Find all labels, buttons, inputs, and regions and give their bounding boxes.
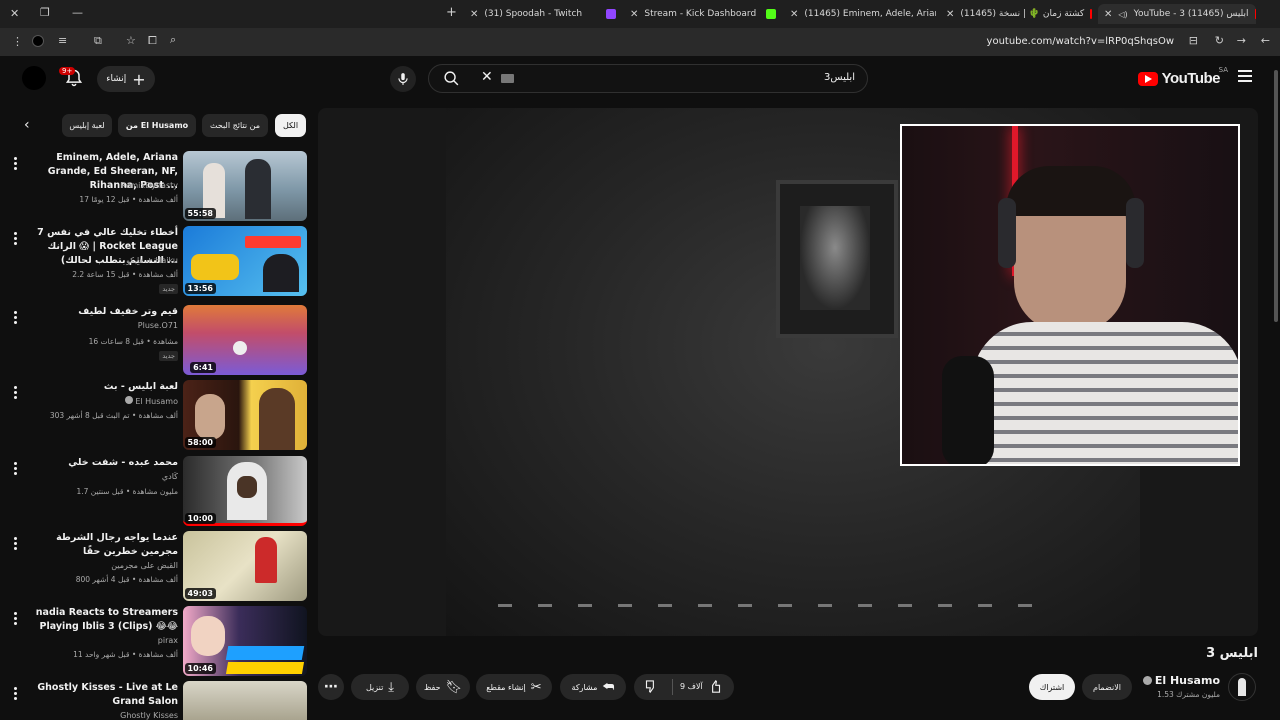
subscriber-count: 1.53 مليون مشترك (1157, 690, 1220, 699)
duration-badge: 6:41 (190, 362, 216, 373)
reload-icon[interactable]: ↻ (1215, 34, 1224, 47)
install-icon[interactable]: ⧠ (148, 34, 157, 48)
video-player[interactable] (318, 108, 1258, 636)
mute-icon[interactable]: ◁) (1118, 10, 1127, 19)
tab-youtube-active[interactable]: ✕ ◁) YouTube - 3 ابليس (11465) (1098, 4, 1256, 24)
list-item[interactable]: قيم وتر خفيف لطيف Pluse.O71 16 مشاهدة • … (0, 305, 310, 377)
list-item[interactable]: Eminem, Adele, Ariana Grande, Ed Sheeran… (0, 151, 310, 223)
list-item[interactable]: 7 أخطاء تخليك عالي في نفس الرانك 😱 | Roc… (0, 226, 310, 298)
channel-name[interactable]: El Husamo (1142, 674, 1220, 687)
browser-menu-icon[interactable]: ⋮ (12, 35, 23, 48)
share-button[interactable]: مشاركة ⮪ (560, 674, 626, 700)
duration-badge: 13:56 (184, 283, 216, 294)
floor-lights (498, 604, 1058, 607)
like-button[interactable]: 9 آلاف (680, 679, 722, 694)
like-icon (711, 680, 720, 693)
chip-iblis-game[interactable]: لعبة إبليس (62, 114, 112, 137)
chip-all[interactable]: الكل (275, 114, 306, 137)
tab-youtube-kashta[interactable]: ✕ (11465) كشتة زمان 🌵 | نسخة (942, 4, 1092, 24)
bookmark-icon: 🔖︎ (445, 679, 463, 695)
save-button[interactable]: حفظ 🔖︎ (416, 674, 470, 700)
extensions-icon[interactable]: ⧉ (94, 34, 102, 48)
verified-icon (1142, 676, 1152, 685)
profile-avatar[interactable] (32, 35, 44, 47)
more-actions-icon[interactable]: ⋯ (318, 674, 344, 700)
address-bar: ⋮ ≡ ⧉ ☆ ⧠ ⌕ youtube.com/watch?v=lRP0qShq… (0, 28, 1280, 56)
keyboard-icon[interactable] (501, 74, 514, 83)
duration-badge: 58:00 (184, 437, 216, 448)
url-field[interactable]: youtube.com/watch?v=lRP0qShqsOw (987, 36, 1174, 47)
subscribe-button[interactable]: اشتراك (1029, 674, 1075, 700)
hamburger-menu-icon[interactable] (1238, 70, 1252, 84)
facecam-overlay (900, 124, 1240, 466)
list-item[interactable]: Ghostly Kisses - Live at Le Grand Salon … (0, 681, 310, 720)
duration-badge: 49:03 (184, 588, 216, 599)
search-input[interactable]: ابليس3 (824, 72, 855, 83)
tab-close-icon[interactable]: ✕ (790, 9, 798, 20)
forward-icon[interactable]: → (1237, 34, 1246, 47)
youtube-favicon-icon (1254, 9, 1256, 19)
tab-close-icon[interactable]: ✕ (946, 9, 954, 20)
playlist-icon[interactable]: ≡ (58, 34, 67, 47)
like-dislike-group: 9 آلاف (634, 674, 734, 700)
youtube-favicon-icon (1090, 9, 1092, 19)
youtube-play-icon (1137, 71, 1158, 86)
back-icon[interactable]: ← (1261, 34, 1270, 47)
dislike-icon (645, 680, 654, 693)
plus-icon: + (132, 69, 146, 89)
browser-tab-bar: ✕ ❐ — + ✕ (31) Spoodah - Twitch ✕ Stream… (0, 0, 1280, 28)
tab-kick[interactable]: ✕ Stream - Kick Dashboard (626, 4, 776, 24)
tune-icon[interactable]: ⊟ (1189, 34, 1198, 47)
country-code: SA (1218, 66, 1228, 74)
new-badge: جديد (159, 284, 178, 294)
scissors-icon: ✂ (530, 679, 542, 695)
tab-youtube-mix[interactable]: ✕ (11465) Eminem, Adele, Ariana (786, 4, 936, 24)
divider (672, 679, 673, 695)
list-item[interactable]: عندما يواجه رجال الشرطة مجرمين خطرين حقً… (0, 531, 310, 603)
verified-icon (125, 396, 134, 404)
kick-favicon-icon (766, 9, 776, 19)
list-item[interactable]: محمد عبده - شفت خلي كَادي 1.7 مليون مشاه… (0, 456, 310, 528)
search-icon[interactable] (443, 70, 460, 91)
zoom-icon[interactable]: ⌕ (170, 33, 176, 47)
video-thumbnail[interactable] (183, 681, 307, 720)
search-box[interactable]: ✕ ابليس3 (428, 64, 868, 93)
window-minimize-icon[interactable]: — (72, 6, 83, 19)
twitch-favicon-icon (606, 9, 616, 19)
chevron-left-icon[interactable]: ‹ (24, 117, 30, 133)
join-button[interactable]: الانضمام (1082, 674, 1132, 700)
wall-portrait (776, 180, 898, 338)
channel-avatar[interactable] (1228, 673, 1256, 701)
share-icon: ⮪ (602, 679, 615, 695)
window-close-icon[interactable]: ✕ (10, 7, 19, 20)
dislike-button[interactable] (644, 679, 659, 696)
new-tab-icon[interactable]: + (446, 5, 457, 20)
page-scrollbar[interactable] (1274, 70, 1278, 322)
download-icon: ⤓ (388, 679, 395, 695)
download-button[interactable]: تنزيل ⤓ (351, 674, 409, 700)
duration-badge: 10:46 (184, 663, 216, 674)
window-restore-icon[interactable]: ❐ (40, 6, 50, 19)
chip-from-channel[interactable]: من El Husamo (118, 114, 196, 137)
tab-close-icon[interactable]: ✕ (470, 9, 478, 20)
tab-close-icon[interactable]: ✕ (1104, 9, 1112, 20)
chip-from-search[interactable]: من نتائج البحث (202, 114, 268, 137)
tab-close-icon[interactable]: ✕ (630, 9, 638, 20)
bookmark-star-icon[interactable]: ☆ (126, 34, 136, 47)
create-button[interactable]: إنشاء + (97, 66, 155, 92)
clip-button[interactable]: إنشاء مقطع ✂ (476, 674, 552, 700)
video-title: ابليس 3 (1206, 646, 1258, 661)
duration-badge: 10:00 (184, 513, 216, 524)
list-item[interactable]: لعبة ابليس - بث El Husamo 303 ألف مشاهدة… (0, 380, 310, 452)
account-avatar[interactable] (22, 66, 46, 90)
duration-badge: 55:58 (184, 208, 216, 219)
list-item[interactable]: nadia Reacts to Streamers Playing Iblis … (0, 606, 310, 678)
clear-search-icon[interactable]: ✕ (481, 69, 493, 85)
tab-twitch[interactable]: ✕ (31) Spoodah - Twitch (466, 4, 616, 24)
new-badge: جديد (159, 351, 178, 361)
youtube-logo[interactable]: YouTube (1137, 70, 1221, 87)
notification-count-badge: 9+ (59, 67, 76, 75)
voice-search-icon[interactable] (390, 66, 416, 92)
